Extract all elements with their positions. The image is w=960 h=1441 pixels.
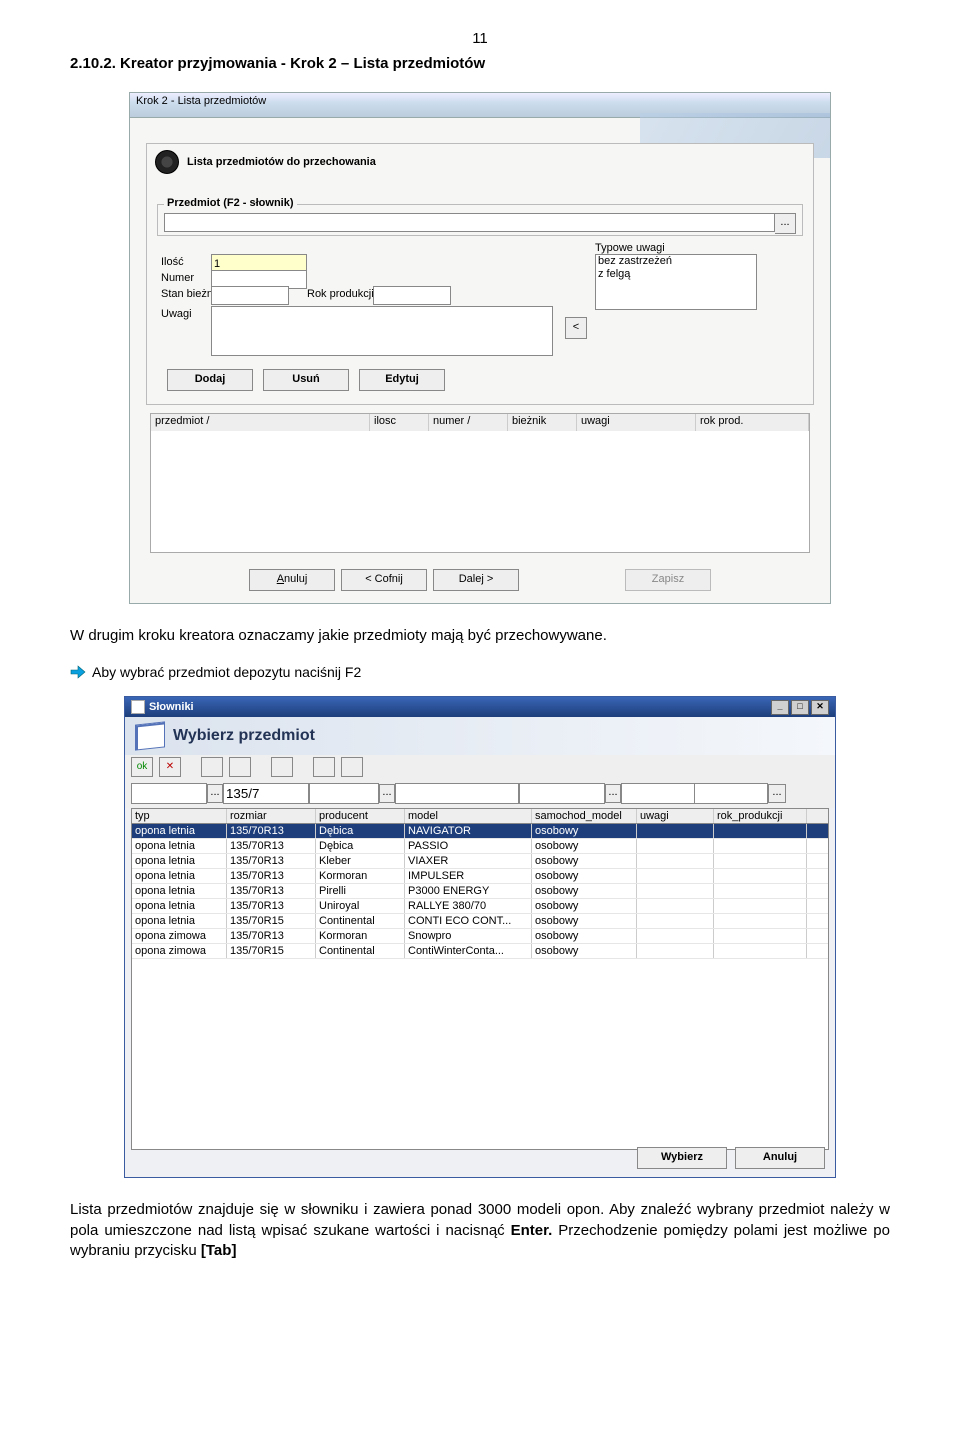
list-header: przedmiot / ilosc numer / bieżnik uwagi …	[150, 413, 810, 433]
wybierz-button[interactable]: Wybierz	[637, 1147, 727, 1169]
stan-input[interactable]	[211, 286, 289, 305]
hdr-samochod[interactable]: samochod_model	[532, 809, 637, 823]
typowe-uwagi-listbox[interactable]: bez zastrzeżeń z felgą	[595, 254, 757, 310]
grid-row[interactable]: opona letnia135/70R13KormoranIMPULSERoso…	[132, 869, 828, 884]
toolbar-button-2[interactable]	[229, 757, 251, 777]
close-button[interactable]: ✕	[811, 700, 829, 715]
grid-row[interactable]: opona letnia135/70R13DębicaNAVIGATORosob…	[132, 824, 828, 839]
tip-1-text: Aby wybrać przedmiot depozytu naciśnij F…	[92, 664, 361, 680]
insert-uwaga-button[interactable]: <	[565, 317, 587, 339]
slowniki-titlebar: Słowniki _ □ ✕	[125, 697, 835, 717]
section-heading: 2.10.2. Kreator przyjmowania - Krok 2 – …	[70, 55, 890, 72]
select-header: Wybierz przedmiot	[125, 717, 835, 755]
grid-row[interactable]: opona zimowa135/70R13KormoranSnowproosob…	[132, 929, 828, 944]
hdr-model[interactable]: model	[405, 809, 532, 823]
przedmiot-group-label: Przedmiot (F2 - słownik)	[164, 197, 297, 209]
hdr-producent[interactable]: producent	[316, 809, 405, 823]
page-number: 11	[70, 30, 890, 47]
col-bieznik[interactable]: bieżnik	[508, 414, 577, 432]
arrow-right-icon	[70, 665, 86, 679]
grid-row[interactable]: opona letnia135/70R13KleberVIAXERosobowy	[132, 854, 828, 869]
col-przedmiot[interactable]: przedmiot /	[151, 414, 370, 432]
filter-typ-lookup[interactable]: ...	[207, 784, 223, 803]
hdr-typ[interactable]: typ	[132, 809, 227, 823]
filter-rozmiar[interactable]	[223, 783, 309, 804]
col-numer[interactable]: numer /	[429, 414, 508, 432]
anuluj-slowniki-button[interactable]: Anuluj	[735, 1147, 825, 1169]
grid-row[interactable]: opona letnia135/70R13DębicaPASSIOosobowy	[132, 839, 828, 854]
typowe-option-1[interactable]: bez zastrzeżeń	[596, 255, 756, 268]
filter-model[interactable]	[395, 783, 519, 804]
label-ilosc: Ilość	[161, 256, 184, 268]
dictionary-icon	[135, 722, 165, 751]
grid-row[interactable]: opona letnia135/70R13PirelliP3000 ENERGY…	[132, 884, 828, 899]
typowe-option-2[interactable]: z felgą	[596, 268, 756, 281]
filter-rok[interactable]	[694, 783, 768, 804]
toolbar-button-4[interactable]	[313, 757, 335, 777]
ok-toolbar-button[interactable]: ok	[131, 757, 153, 777]
wizard-bottom-bar: Anuluj < Cofnij Dalej > Zapisz	[130, 569, 830, 591]
filter-samochod[interactable]	[519, 783, 605, 804]
przedmiot-input[interactable]	[164, 213, 775, 232]
grid-empty-space	[132, 959, 828, 1149]
slowniki-toolbar: ok ✕	[125, 755, 835, 779]
tire-icon	[155, 150, 179, 174]
subtitle-text: Lista przedmiotów do przechowania	[187, 156, 376, 168]
paragraph-1: W drugim kroku kreatora oznaczamy jakie …	[70, 626, 890, 646]
zapisz-button: Zapisz	[625, 569, 711, 591]
cancel-toolbar-button[interactable]: ✕	[159, 757, 181, 777]
tip-1: Aby wybrać przedmiot depozytu naciśnij F…	[70, 664, 890, 680]
anuluj-button[interactable]: Anuluj	[249, 569, 335, 591]
minimize-button[interactable]: _	[771, 700, 789, 715]
filter-typ[interactable]	[131, 783, 207, 804]
maximize-button[interactable]: □	[791, 700, 809, 715]
hdr-rok[interactable]: rok_produkcji	[714, 809, 807, 823]
slowniki-window: Słowniki _ □ ✕ Wybierz przedmiot ok ✕ ..…	[124, 696, 836, 1178]
label-numer: Numer	[161, 272, 194, 284]
col-uwagi[interactable]: uwagi	[577, 414, 696, 432]
list-body[interactable]	[150, 431, 810, 553]
grid-row[interactable]: opona letnia135/70R13UniroyalRALLYE 380/…	[132, 899, 828, 914]
toolbar-button-5[interactable]	[341, 757, 363, 777]
grid-row[interactable]: opona zimowa135/70R15ContinentalContiWin…	[132, 944, 828, 959]
toolbar-button-1[interactable]	[201, 757, 223, 777]
filter-uwagi[interactable]	[621, 783, 695, 804]
filter-producent[interactable]	[309, 783, 379, 804]
dalej-button[interactable]: Dalej >	[433, 569, 519, 591]
filter-producent-lookup[interactable]: ...	[379, 784, 395, 803]
cofnij-button[interactable]: < Cofnij	[341, 569, 427, 591]
select-header-text: Wybierz przedmiot	[173, 727, 315, 745]
slowniki-app-icon	[131, 700, 145, 714]
col-rokprod[interactable]: rok prod.	[696, 414, 809, 432]
slowniki-grid: typ rozmiar producent model samochod_mod…	[131, 808, 829, 1150]
usun-button[interactable]: Usuń	[263, 369, 349, 391]
edytuj-button[interactable]: Edytuj	[359, 369, 445, 391]
rok-input[interactable]	[373, 286, 451, 305]
dodaj-button[interactable]: Dodaj	[167, 369, 253, 391]
filter-row: ... ... ... ...	[125, 779, 835, 808]
wizard-step2-window: Krok 2 - Lista przedmiotów Lista przedmi…	[129, 92, 831, 604]
grid-row[interactable]: opona letnia135/70R15ContinentalCONTI EC…	[132, 914, 828, 929]
label-rok: Rok produkcji	[307, 288, 374, 300]
filter-rok-lookup[interactable]: ...	[768, 784, 786, 803]
hdr-uwagi[interactable]: uwagi	[637, 809, 714, 823]
uwagi-textarea[interactable]	[211, 306, 553, 356]
paragraph-2: Lista przedmiotów znajduje się w słownik…	[70, 1200, 890, 1261]
przedmiot-browse-button[interactable]: ...	[775, 213, 796, 234]
grid-body[interactable]: opona letnia135/70R13DębicaNAVIGATORosob…	[132, 824, 828, 959]
slowniki-title: Słowniki	[149, 701, 194, 713]
przedmiot-group: Przedmiot (F2 - słownik) ...	[157, 204, 803, 236]
label-typowe: Typowe uwagi	[595, 242, 665, 254]
filter-samochod-lookup[interactable]: ...	[605, 784, 621, 803]
hdr-rozmiar[interactable]: rozmiar	[227, 809, 316, 823]
toolbar-button-3[interactable]	[271, 757, 293, 777]
label-uwagi: Uwagi	[161, 308, 192, 320]
form-panel: Lista przedmiotów do przechowania Przedm…	[146, 143, 814, 405]
col-ilosc[interactable]: ilosc	[370, 414, 429, 432]
grid-header: typ rozmiar producent model samochod_mod…	[132, 809, 828, 824]
subtitle-row: Lista przedmiotów do przechowania	[147, 144, 813, 180]
